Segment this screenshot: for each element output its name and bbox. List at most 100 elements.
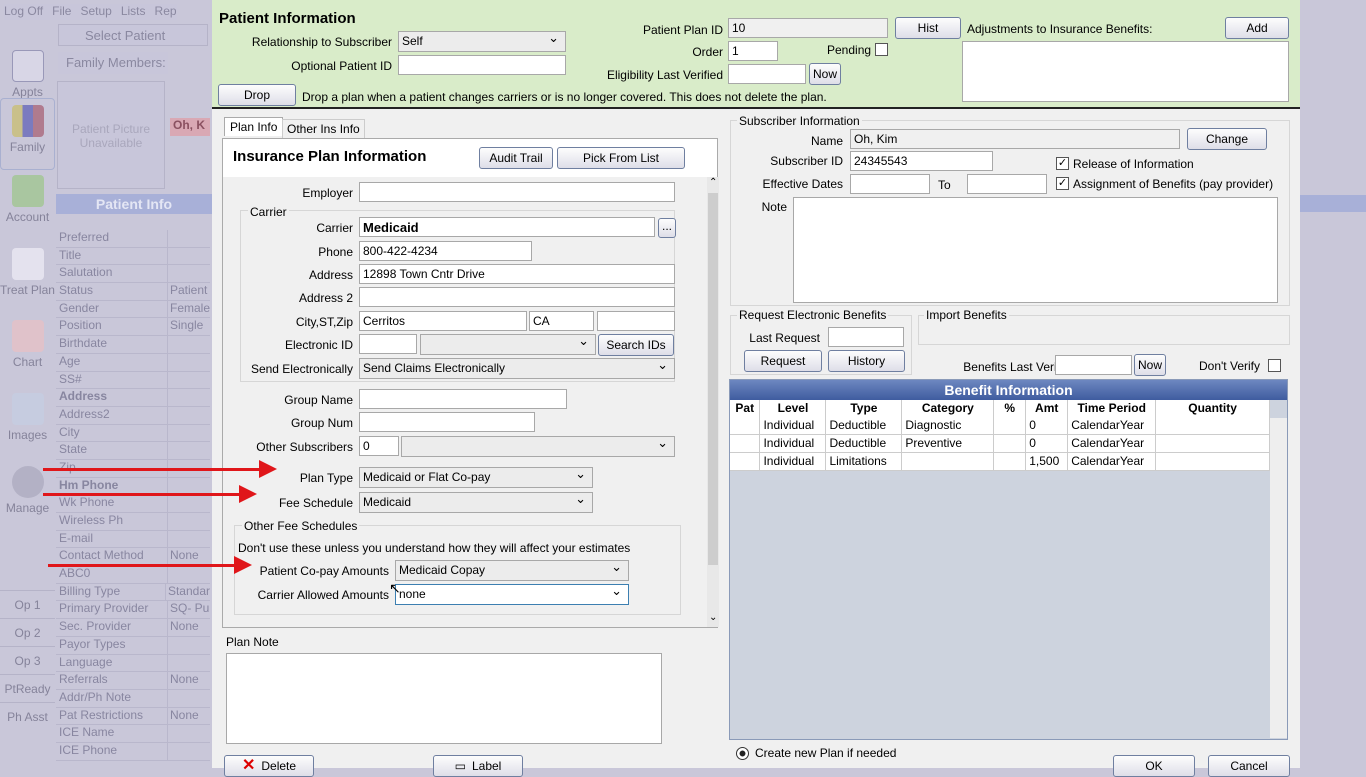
op-1[interactable]: Op 1 (0, 590, 55, 618)
patient-info-row[interactable]: Gender Female (56, 300, 210, 319)
patient-info-row[interactable]: E-mail (56, 530, 210, 549)
employer-input[interactable] (359, 182, 675, 202)
patient-info-row[interactable]: Address2 (56, 406, 210, 425)
patient-info-row[interactable]: Wireless Ph (56, 513, 210, 531)
patient-info-row[interactable]: Payor Types (56, 636, 210, 655)
nav-treat-plan[interactable]: Treat Plan (0, 248, 55, 297)
benefits-last-verified-input[interactable] (1055, 355, 1132, 375)
patient-info-row[interactable]: Addr/Ph Note (56, 689, 210, 708)
patient-info-row[interactable]: Language (56, 654, 210, 673)
other-subscribers-select[interactable] (401, 434, 675, 457)
adjustments-list[interactable] (962, 41, 1289, 102)
zip-input[interactable] (597, 311, 675, 331)
label-button[interactable]: ▭ Label (433, 755, 523, 777)
patient-info-row[interactable]: Salutation (56, 265, 210, 284)
scrollbar[interactable]: ⌃ ⌄ (707, 177, 719, 627)
scroll-up-icon[interactable]: ⌃ (709, 177, 717, 188)
tab-plan-info[interactable]: Plan Info (224, 117, 284, 136)
hist-button[interactable]: Hist (895, 17, 961, 39)
column-header[interactable]: Time Period (1067, 400, 1157, 416)
assignment-checkbox[interactable]: ✓ (1056, 177, 1069, 190)
column-header[interactable]: Pat (730, 400, 761, 416)
patient-info-row[interactable]: Pat Restrictions None (56, 707, 210, 726)
search-ids-button[interactable]: Search IDs (598, 334, 674, 356)
patient-info-row[interactable]: Billing Type Standar (56, 583, 210, 602)
patient-info-row[interactable]: ICE Name (56, 725, 210, 743)
op-ptready[interactable]: PtReady (0, 674, 55, 702)
fee-schedule-select[interactable]: Medicaid (359, 490, 593, 513)
send-electronically-select[interactable]: Send Claims Electronically (359, 356, 675, 379)
eligibility-now-button[interactable]: Now (809, 63, 841, 85)
eligibility-input[interactable] (728, 64, 806, 84)
carrier-input[interactable]: Medicaid (359, 217, 655, 237)
family-patient-name[interactable]: Oh, K (170, 118, 210, 136)
subscriber-id-input[interactable]: 24345543 (850, 151, 993, 171)
patient-info-row[interactable]: ICE Phone (56, 742, 210, 761)
order-input[interactable]: 1 (728, 41, 778, 61)
menu-lists[interactable]: Lists (121, 4, 146, 18)
select-patient-button[interactable]: Select Patient (58, 24, 208, 46)
menu-setup[interactable]: Setup (80, 4, 111, 18)
last-request-input[interactable] (828, 327, 904, 347)
group-num-input[interactable] (359, 412, 535, 432)
benefits-now-button[interactable]: Now (1134, 354, 1166, 376)
patient-info-row[interactable]: City (56, 424, 210, 443)
patient-info-row[interactable]: State (56, 442, 210, 460)
scroll-down-icon[interactable]: ⌄ (709, 612, 717, 623)
patient-info-row[interactable]: Referrals None (56, 672, 210, 690)
patient-info-row[interactable]: Primary Provider SQ- Pu (56, 601, 210, 620)
patient-info-row[interactable]: SS# (56, 371, 210, 390)
add-adjustment-button[interactable]: Add (1225, 17, 1289, 39)
nav-family[interactable]: Family (0, 98, 55, 170)
ok-button[interactable]: OK (1113, 755, 1195, 777)
state-input[interactable]: CA (529, 311, 594, 331)
electronic-id-input[interactable] (359, 334, 417, 354)
other-subscribers-input[interactable]: 0 (359, 436, 399, 456)
patient-info-row[interactable]: Wk Phone (56, 495, 210, 513)
benefit-row[interactable]: Individual Deductible Preventive 0 CalendarY… (730, 434, 1270, 453)
column-header[interactable]: Type (825, 400, 903, 416)
patient-info-row[interactable]: Birthdate (56, 336, 210, 354)
plan-note-input[interactable] (226, 653, 662, 744)
benefit-scrollbar[interactable] (1270, 418, 1287, 738)
audit-trail-button[interactable]: Audit Trail (479, 147, 553, 169)
patient-info-row[interactable]: Title (56, 247, 210, 266)
subscriber-note-input[interactable] (793, 197, 1278, 303)
column-header[interactable]: Category (901, 400, 995, 416)
phone-input[interactable]: 800-422-4234 (359, 241, 532, 261)
patient-info-row[interactable]: Sec. Provider None (56, 619, 210, 637)
nav-images[interactable]: Images (0, 393, 55, 442)
electronic-id-select[interactable] (420, 332, 596, 355)
change-subscriber-button[interactable]: Change (1187, 128, 1267, 150)
address-input[interactable]: 12898 Town Cntr Drive (359, 264, 675, 284)
nav-appts[interactable]: Appts (0, 50, 55, 99)
op-3[interactable]: Op 3 (0, 646, 55, 674)
benefit-row[interactable]: Individual Limitations 1,500 CalendarYear (730, 452, 1270, 471)
pending-checkbox[interactable] (875, 43, 888, 56)
nav-chart[interactable]: Chart (0, 320, 55, 369)
patient-info-row[interactable]: Address (56, 389, 210, 407)
patient-info-row[interactable]: ABC0 (56, 566, 210, 584)
allowed-select[interactable]: none (395, 582, 629, 605)
city-input[interactable]: Cerritos (359, 311, 527, 331)
patient-info-row[interactable]: Age (56, 353, 210, 372)
carrier-browse-button[interactable]: ... (658, 218, 676, 238)
plan-type-select[interactable]: Medicaid or Flat Co-pay (359, 465, 593, 488)
release-checkbox[interactable]: ✓ (1056, 157, 1069, 170)
benefit-row[interactable]: Individual Deductible Diagnostic 0 CalendarY… (730, 416, 1270, 435)
column-header[interactable]: % (993, 400, 1027, 416)
effective-from-input[interactable] (850, 174, 930, 194)
relationship-select[interactable]: Self (398, 29, 566, 52)
dont-verify-checkbox[interactable] (1268, 359, 1281, 372)
scrollbar-thumb[interactable] (708, 193, 718, 565)
request-button[interactable]: Request (744, 350, 822, 372)
nav-account[interactable]: Account (0, 175, 55, 224)
column-header[interactable]: Quantity (1155, 400, 1270, 416)
address2-input[interactable] (359, 287, 675, 307)
pick-from-list-button[interactable]: Pick From List (557, 147, 685, 169)
column-header[interactable]: Amt (1025, 400, 1069, 416)
copay-select[interactable]: Medicaid Copay (395, 558, 629, 581)
cancel-button[interactable]: Cancel (1208, 755, 1290, 777)
patient-info-row[interactable]: Preferred (56, 230, 210, 248)
nav-manage[interactable]: Manage (0, 466, 55, 515)
